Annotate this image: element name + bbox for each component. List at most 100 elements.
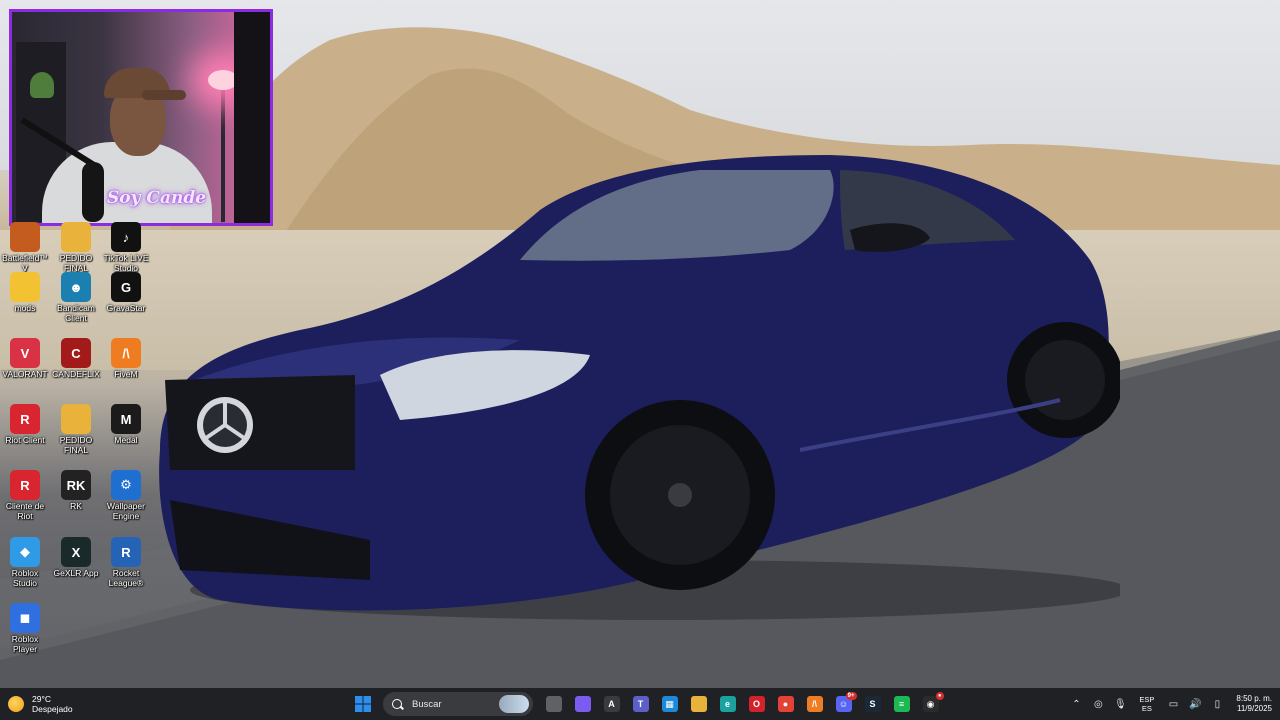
rocket-league-icon: R (111, 537, 141, 567)
webcam-overlay-logo: Soy Cande (107, 188, 207, 208)
weather-widget[interactable]: 29°C Despejado (8, 692, 73, 716)
language-indicator[interactable]: ESP ES (1139, 695, 1154, 713)
desktop-icon[interactable]: Battlefield™ V (0, 222, 50, 273)
tiktok-icon: ♪ (111, 222, 141, 252)
desktop-icon-label: VALORANT (2, 369, 48, 379)
desktop-icon-label: Bandicam Client (57, 303, 95, 323)
desktop-icon[interactable]: PEDIDO FINAL (51, 222, 101, 273)
taskbar-button[interactable]: /\ (802, 691, 828, 717)
desktop-icon-label: Medal (114, 435, 138, 445)
obs-icon: ◉ ● (922, 692, 944, 712)
folder-icon (61, 404, 91, 434)
bandicam-icon: ☻ (61, 272, 91, 302)
sun-weather-icon (8, 696, 24, 712)
desktop-icon[interactable]: R Riot Client (0, 404, 50, 446)
desktop-icon[interactable]: M Medal (101, 404, 151, 446)
desktop-icon[interactable]: G GravaStar (101, 272, 151, 314)
desktop-icon-label: Riot Client (5, 435, 45, 445)
taskbar-center: Buscar A T ▦ e O ● /\ ☺ 9+ S ≡ ◉ ● (348, 691, 945, 717)
desktop-icon[interactable]: X GeXLR App (51, 537, 101, 579)
microsoft-store-icon: ▦ (661, 696, 678, 712)
riot-icon: R (10, 470, 40, 500)
taskbar-button[interactable] (570, 691, 596, 717)
chevron-up-icon[interactable]: ⌃ (1067, 695, 1085, 713)
desktop-icon[interactable]: R Rocket League® (101, 537, 151, 588)
taskbar-button[interactable] (350, 691, 376, 717)
desktop-icon-label: Rocket League® (108, 568, 144, 588)
clock[interactable]: 8:50 p. m. 11/9/2025 (1236, 694, 1272, 714)
desktop-icon[interactable]: ◆ Roblox Studio (0, 537, 50, 588)
file-explorer-icon (690, 696, 707, 712)
clock-date: 11/9/2025 (1237, 704, 1272, 713)
search-box[interactable]: Buscar (383, 692, 533, 716)
microphone-icon[interactable]: 🎙 (1111, 695, 1129, 713)
desktop-icon-label: FiveM (114, 369, 138, 379)
desktop-icon-label: PEDIDO FINAL (59, 435, 93, 455)
rk-icon: RK (61, 470, 91, 500)
desktop-icon-label: Wallpaper Engine (107, 501, 145, 521)
roblox-icon: ◼ (10, 603, 40, 633)
webcam-streamer-body (42, 142, 212, 223)
wifi-icon[interactable]: ▭ (1164, 695, 1182, 713)
taskbar-button[interactable]: T (628, 691, 654, 717)
keyboard-layout: ES (1141, 704, 1152, 713)
riot-icon: R (10, 404, 40, 434)
spotify-icon: ≡ (893, 696, 910, 712)
opera-icon: O (748, 696, 765, 712)
desktop-icon-label: CANDEFLIX (52, 369, 100, 379)
search-icon (392, 699, 402, 709)
desktop-icon[interactable]: ♪ TikTok LIVE Studio (101, 222, 151, 273)
taskbar-button[interactable]: ▦ (657, 691, 683, 717)
desktop-icon[interactable]: PEDIDO FINAL (51, 404, 101, 455)
taskbar-button[interactable]: ● (773, 691, 799, 717)
gexlr-icon: X (61, 537, 91, 567)
taskbar-button[interactable]: S (860, 691, 886, 717)
weather-description: Despejado (32, 704, 73, 714)
taskbar-button[interactable]: ☺ 9+ (831, 691, 857, 717)
candeflix-icon: C (61, 338, 91, 368)
taskbar-button[interactable]: ◉ ● (918, 691, 944, 717)
desktop-icon-label: GravaStar (106, 303, 146, 313)
desktop-icon-label: Roblox Player (11, 634, 39, 654)
webcam-streamer-cap-brim (142, 90, 186, 100)
taskbar-button[interactable]: e (715, 691, 741, 717)
search-placeholder: Buscar (412, 698, 442, 710)
desktop-icon[interactable]: ⚙ Wallpaper Engine (101, 470, 151, 521)
copilot-icon (574, 696, 591, 712)
desktop-icon-label: PEDIDO FINAL (59, 253, 93, 273)
webcam-overlay: Soy Cande (9, 9, 273, 226)
desktop-icon[interactable]: mods (0, 272, 50, 314)
desktop-icon[interactable]: ◼ Roblox Player (0, 603, 50, 654)
notification-badge: 9+ (845, 692, 857, 700)
weather-temperature: 29°C (32, 694, 51, 704)
desktop-icon[interactable]: /\ FiveM (101, 338, 151, 380)
teams-icon: T (632, 696, 649, 712)
valorant-icon: V (10, 338, 40, 368)
taskbar-button[interactable] (686, 691, 712, 717)
taskbar-button[interactable]: ≡ (889, 691, 915, 717)
desktop-icon[interactable]: C CANDEFLIX (51, 338, 101, 380)
chrome-icon: ● (777, 696, 794, 712)
taskbar-button[interactable]: A (599, 691, 625, 717)
desktop-icon-label: Cliente de Riot (5, 501, 45, 521)
desktop-icon[interactable]: V VALORANT (0, 338, 50, 380)
volume-icon[interactable]: 🔊 (1186, 695, 1204, 713)
desktop-icon[interactable]: RK RK (51, 470, 101, 512)
notification-badge: ● (935, 692, 944, 700)
desktop-icon-label: Roblox Studio (11, 568, 39, 588)
wallpaper-engine-icon: ⚙ (111, 470, 141, 500)
medal-icon: M (111, 404, 141, 434)
taskbar-button[interactable] (541, 691, 567, 717)
desktop-icon-label: GeXLR App (53, 568, 99, 578)
language-code: ESP (1139, 695, 1155, 704)
battery-icon[interactable]: ▯ (1208, 695, 1226, 713)
desktop: Soy Cande Battlefield™ V PEDIDO FINAL ♪ Tik… (0, 0, 1280, 688)
network-globe-icon[interactable]: ◎ (1089, 695, 1107, 713)
fivem-taskbar-icon: /\ (806, 696, 823, 712)
steam-icon: S (864, 696, 881, 712)
discord-icon: ☺ 9+ (835, 692, 857, 712)
desktop-icon[interactable]: ☻ Bandicam Client (51, 272, 101, 323)
search-highlight-icon (499, 695, 529, 713)
desktop-icon[interactable]: R Cliente de Riot (0, 470, 50, 521)
taskbar-button[interactable]: O (744, 691, 770, 717)
